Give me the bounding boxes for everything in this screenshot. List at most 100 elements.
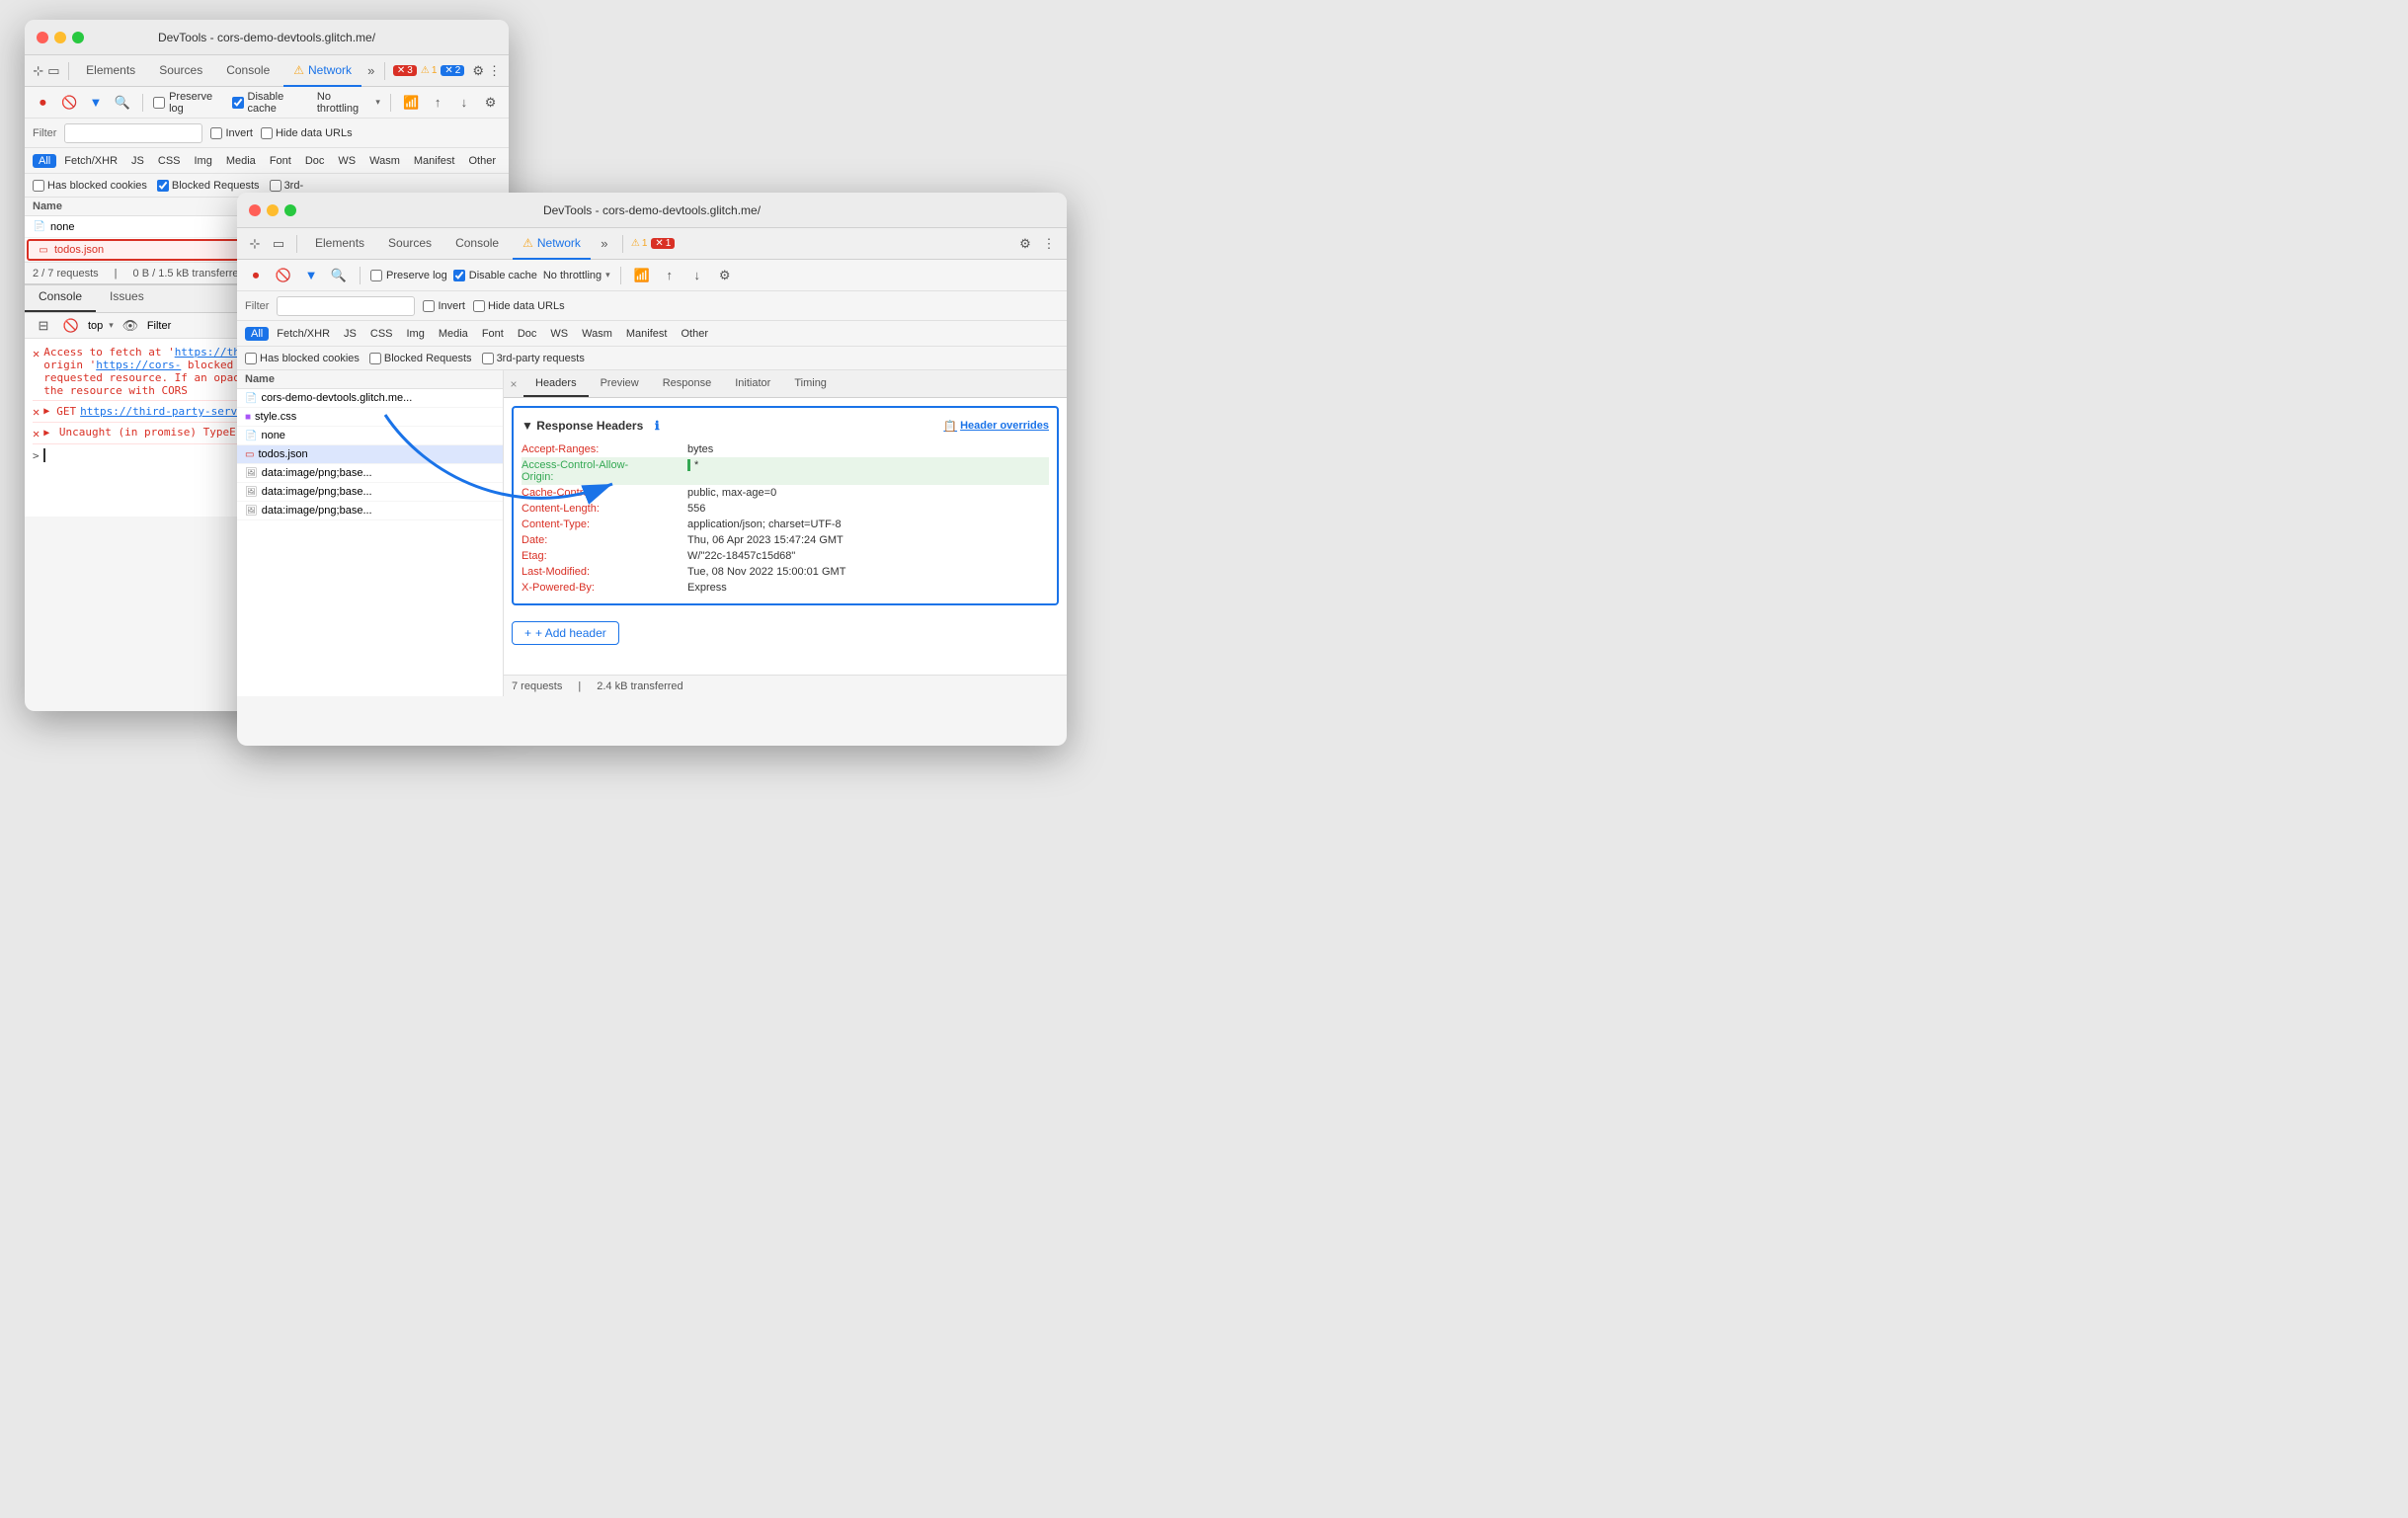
fg-net-row-2[interactable]: 📄 none <box>237 427 503 445</box>
bg-hide-data-urls-checkbox[interactable] <box>261 127 273 139</box>
bg-download-icon[interactable]: ↓ <box>453 92 474 114</box>
bg-preserve-log-checkbox[interactable] <box>153 97 165 109</box>
fg-panel-tab-preview[interactable]: Preview <box>589 370 651 397</box>
fg-search-btn[interactable]: 🔍 <box>328 265 350 286</box>
fg-type-ws[interactable]: WS <box>544 327 574 341</box>
bg-select-icon[interactable]: ⊹ <box>33 61 43 81</box>
fg-type-fetch[interactable]: Fetch/XHR <box>271 327 336 341</box>
fg-net-row-1[interactable]: ■ style.css <box>237 408 503 427</box>
fg-net-row-4[interactable]: 🖼 data:image/png;base... <box>237 464 503 483</box>
bg-settings-icon[interactable]: ⚙ <box>472 61 484 81</box>
fg-panel-close[interactable]: × <box>504 370 523 398</box>
fg-hide-data-urls-checkbox[interactable] <box>473 300 485 312</box>
fg-wifi-icon[interactable]: 📶 <box>631 265 653 286</box>
bg-type-manifest[interactable]: Manifest <box>408 154 461 168</box>
fg-net-row-5[interactable]: 🖼 data:image/png;base... <box>237 483 503 502</box>
fg-net-row-6[interactable]: 🖼 data:image/png;base... <box>237 502 503 520</box>
fg-invert-checkbox[interactable] <box>423 300 435 312</box>
bg-type-wasm[interactable]: Wasm <box>363 154 406 168</box>
bg-record-btn[interactable]: ⏺ <box>33 92 53 114</box>
fg-panel-tab-initiator[interactable]: Initiator <box>723 370 782 397</box>
fg-tab-network[interactable]: ⚠ Network <box>513 228 591 260</box>
fg-net-row-3[interactable]: ▭ todos.json <box>237 445 503 464</box>
fg-response-headers-help[interactable]: ℹ <box>647 416 667 436</box>
fg-tab-console[interactable]: Console <box>445 228 509 260</box>
fg-maximize-btn[interactable] <box>284 204 296 216</box>
bg-console-tab[interactable]: Console <box>25 285 96 312</box>
fg-type-other[interactable]: Other <box>675 327 714 341</box>
fg-type-manifest[interactable]: Manifest <box>620 327 674 341</box>
fg-type-wasm[interactable]: Wasm <box>576 327 618 341</box>
bg-tab-elements[interactable]: Elements <box>76 55 145 87</box>
fg-type-media[interactable]: Media <box>433 327 474 341</box>
bg-type-all[interactable]: All <box>33 154 56 168</box>
bg-issues-tab[interactable]: Issues <box>96 285 158 312</box>
fg-record-btn[interactable]: ⏺ <box>245 265 267 286</box>
bg-maximize-btn[interactable] <box>72 32 84 43</box>
bg-minimize-btn[interactable] <box>54 32 66 43</box>
fg-select-icon[interactable]: ⊹ <box>245 234 265 254</box>
bg-type-img[interactable]: Img <box>189 154 218 168</box>
fg-clear-btn[interactable]: 🚫 <box>273 265 294 286</box>
bg-prompt-cursor[interactable] <box>43 448 45 462</box>
bg-console-sidebar-icon[interactable]: ⊟ <box>33 315 54 337</box>
fg-type-all[interactable]: All <box>245 327 269 341</box>
bg-type-doc[interactable]: Doc <box>299 154 331 168</box>
fg-type-css[interactable]: CSS <box>364 327 399 341</box>
bg-wifi-icon[interactable]: 📶 <box>401 92 422 114</box>
fg-header-override-btn[interactable]: 📋 Header overrides <box>943 420 1049 433</box>
bg-type-css[interactable]: CSS <box>152 154 187 168</box>
fg-panel-tab-timing[interactable]: Timing <box>782 370 839 397</box>
bg-has-blocked-checkbox[interactable] <box>33 180 44 192</box>
bg-type-fetch[interactable]: Fetch/XHR <box>58 154 123 168</box>
fg-net-row-0[interactable]: 📄 cors-demo-devtools.glitch.me... <box>237 389 503 408</box>
fg-type-font[interactable]: Font <box>476 327 510 341</box>
fg-tab-sources[interactable]: Sources <box>378 228 441 260</box>
fg-type-img[interactable]: Img <box>401 327 431 341</box>
fg-add-header-btn[interactable]: + + Add header <box>512 621 619 645</box>
fg-device-icon[interactable]: ▭ <box>269 234 288 254</box>
fg-filter-input[interactable] <box>277 296 415 316</box>
bg-tab-sources[interactable]: Sources <box>149 55 212 87</box>
fg-more-tabs[interactable]: » <box>595 234 614 254</box>
fg-third-party-checkbox[interactable] <box>482 353 494 364</box>
fg-type-js[interactable]: JS <box>338 327 362 341</box>
bg-type-other[interactable]: Other <box>462 154 502 168</box>
bg-disable-cache-checkbox[interactable] <box>232 97 244 109</box>
bg-more-menu[interactable]: ⋮ <box>488 61 501 81</box>
fg-close-btn[interactable] <box>249 204 261 216</box>
bg-tab-console[interactable]: Console <box>216 55 280 87</box>
fg-filter-btn[interactable]: ▼ <box>300 265 322 286</box>
bg-blocked-requests-checkbox[interactable] <box>157 180 169 192</box>
bg-search-btn[interactable]: 🔍 <box>112 92 132 114</box>
bg-clear-btn[interactable]: 🚫 <box>59 92 80 114</box>
bg-more-tabs[interactable]: » <box>365 61 376 81</box>
bg-console-clear-icon[interactable]: 🚫 <box>60 315 82 337</box>
fg-disable-cache-checkbox[interactable] <box>453 270 465 281</box>
fg-minimize-btn[interactable] <box>267 204 279 216</box>
bg-err1-link2[interactable]: https://cors- <box>96 359 181 371</box>
bg-type-js[interactable]: JS <box>125 154 150 168</box>
fg-panel-tab-headers[interactable]: Headers <box>523 370 589 397</box>
bg-settings2-icon[interactable]: ⚙ <box>480 92 501 114</box>
fg-type-doc[interactable]: Doc <box>512 327 543 341</box>
fg-settings2-icon[interactable]: ⚙ <box>714 265 736 286</box>
bg-close-btn[interactable] <box>37 32 48 43</box>
bg-tab-network[interactable]: ⚠ Network <box>283 55 361 87</box>
bg-filter-input[interactable] <box>64 123 202 143</box>
fg-has-blocked-checkbox[interactable] <box>245 353 257 364</box>
fg-tab-elements[interactable]: Elements <box>305 228 374 260</box>
bg-console-eye-icon[interactable]: 👁 <box>120 315 141 337</box>
bg-device-icon[interactable]: ▭ <box>47 61 59 81</box>
bg-third-party-checkbox[interactable] <box>270 180 281 192</box>
bg-type-ws[interactable]: WS <box>332 154 361 168</box>
fg-upload-icon[interactable]: ↑ <box>659 265 681 286</box>
fg-panel-tab-response[interactable]: Response <box>651 370 724 397</box>
fg-download-icon[interactable]: ↓ <box>686 265 708 286</box>
bg-filter-btn[interactable]: ▼ <box>86 92 107 114</box>
fg-more-menu[interactable]: ⋮ <box>1039 234 1059 254</box>
fg-blocked-requests-checkbox[interactable] <box>369 353 381 364</box>
bg-upload-icon[interactable]: ↑ <box>428 92 448 114</box>
bg-type-font[interactable]: Font <box>264 154 297 168</box>
fg-preserve-log-checkbox[interactable] <box>370 270 382 281</box>
